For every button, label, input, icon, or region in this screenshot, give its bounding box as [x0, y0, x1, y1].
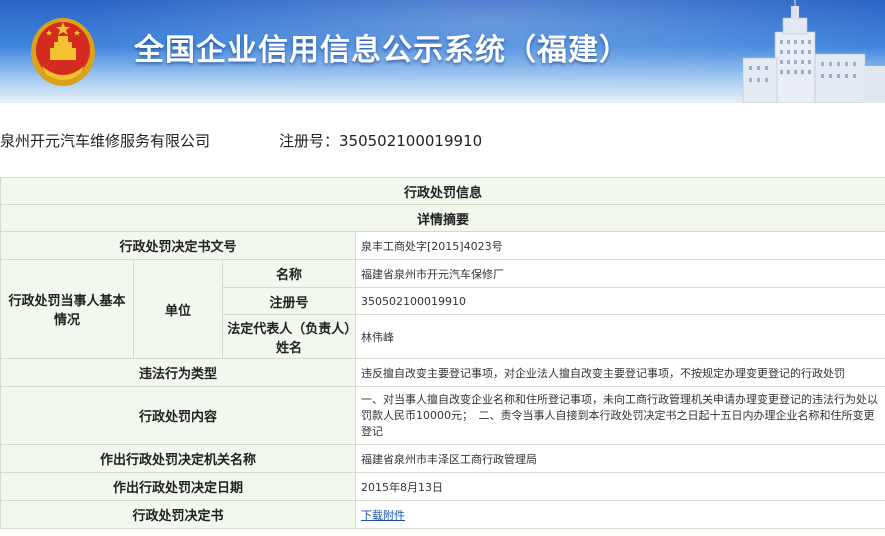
- party-label: 行政处罚当事人基本情况: [0, 259, 134, 359]
- legal-rep-label: 法定代表人（负责人）姓名: [222, 314, 356, 359]
- name-value: 福建省泉州市开元汽车保修厂: [354, 259, 885, 288]
- doc-label: 行政处罚决定书: [0, 500, 356, 529]
- national-emblem-icon: [31, 18, 95, 86]
- table-row: 行政处罚信息: [0, 177, 885, 205]
- penalty-info-table: 行政处罚信息 详情摘要 行政处罚决定书文号 泉丰工商处字[2015]4023号 …: [0, 177, 885, 529]
- company-name: 泉州开元汽车维修服务有限公司: [0, 132, 211, 150]
- table-row: 违法行为类型 违反擅自改变主要登记事项，对企业法人擅自改变主要登记事项，不按规定…: [0, 358, 885, 387]
- table-row: 行政处罚决定书文号 泉丰工商处字[2015]4023号: [0, 231, 885, 260]
- company-info-line: 泉州开元汽车维修服务有限公司 注册号：350502100019910: [0, 130, 885, 156]
- table-row: 行政处罚决定书 下载附件: [0, 500, 885, 529]
- violation-type-label: 违法行为类型: [0, 358, 356, 387]
- table-row: 作出行政处罚决定日期 2015年8月13日: [0, 472, 885, 501]
- unit-label: 单位: [133, 259, 223, 359]
- content-value: 一、对当事人擅自改变企业名称和住所登记事项，未向工商行政管理机关申请办理变更登记…: [354, 386, 885, 445]
- table-row: 行政处罚内容 一、对当事人擅自改变企业名称和住所登记事项，未向工商行政管理机关申…: [0, 386, 885, 445]
- date-label: 作出行政处罚决定日期: [0, 472, 356, 501]
- authority-value: 福建省泉州市丰泽区工商行政管理局: [354, 444, 885, 473]
- table-row: 行政处罚当事人基本情况 单位 名称 福建省泉州市开元汽车保修厂: [0, 259, 885, 359]
- header-banner: 全国企业信用信息公示系统（福建）: [0, 0, 885, 103]
- building-illustration: [742, 0, 885, 103]
- decision-no-label: 行政处罚决定书文号: [0, 231, 356, 260]
- reg-no-value: 350502100019910: [354, 287, 885, 315]
- authority-label: 作出行政处罚决定机关名称: [0, 444, 356, 473]
- doc-cell: 下载附件: [354, 500, 885, 529]
- name-label: 名称: [222, 259, 356, 288]
- download-attachment-link[interactable]: 下载附件: [361, 509, 405, 522]
- table-row: 详情摘要: [0, 204, 885, 232]
- reg-no-label: 注册号: [222, 287, 356, 315]
- content-label: 行政处罚内容: [0, 386, 356, 445]
- registration-number: 注册号：350502100019910: [279, 132, 483, 150]
- date-value: 2015年8月13日: [354, 472, 885, 501]
- decision-no-value: 泉丰工商处字[2015]4023号: [354, 231, 885, 260]
- table-row: 作出行政处罚决定机关名称 福建省泉州市丰泽区工商行政管理局: [0, 444, 885, 473]
- legal-rep-value: 林伟峰: [354, 314, 885, 359]
- section-title: 行政处罚信息: [0, 177, 885, 205]
- violation-type-value: 违反擅自改变主要登记事项，对企业法人擅自改变主要登记事项，不按规定办理变更登记的…: [354, 358, 885, 387]
- section-subtitle: 详情摘要: [0, 204, 885, 232]
- page-title: 全国企业信用信息公示系统（福建）: [134, 33, 630, 68]
